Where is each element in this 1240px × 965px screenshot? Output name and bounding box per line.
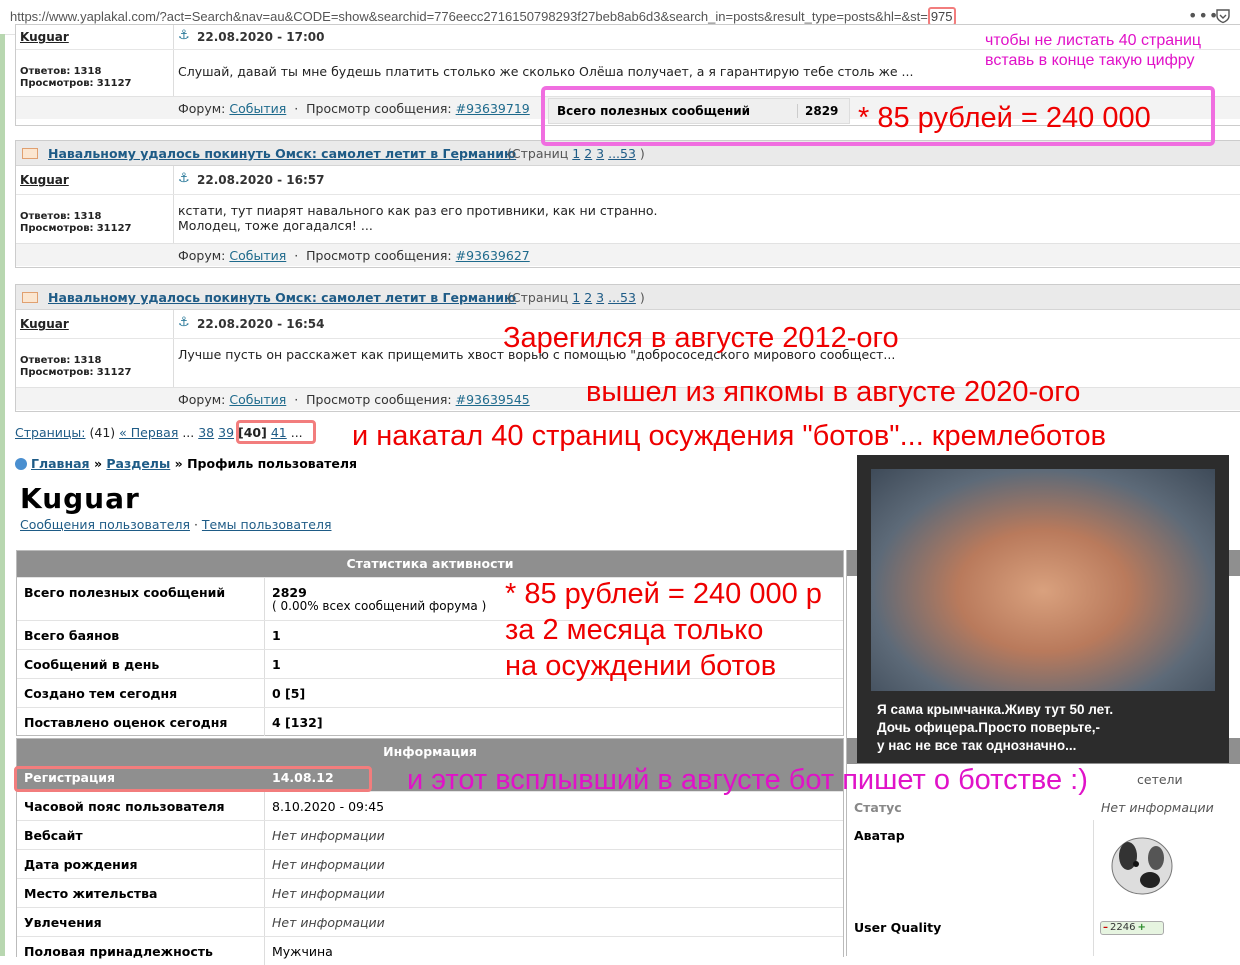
post-text: кстати, тут пиарят навального как раз ег…	[178, 203, 658, 233]
annotation-rolled: и накатал 40 страниц осуждения "ботов"..…	[352, 420, 1106, 452]
envelope-icon	[22, 292, 38, 303]
breadcrumb-current: Профиль пользователя	[187, 456, 358, 471]
forum-link[interactable]: События	[229, 392, 286, 407]
annotation-months: за 2 месяца только	[505, 614, 764, 646]
anchor-icon: ⚓	[178, 28, 190, 43]
post-date: 22.08.2020 - 16:57	[197, 173, 325, 187]
topic-link[interactable]: Навальному удалось покинуть Омск: самоле…	[48, 146, 516, 161]
post-header-row: Kuguar ⚓ 22.08.2020 - 16:57	[16, 166, 1240, 195]
home-arrow-icon	[15, 458, 27, 470]
profile-name: Kuguar	[20, 482, 140, 515]
table-row: Дата рождения Нет информации	[17, 849, 843, 878]
topic-pages: (Страниц 1 2 3 ...53 )	[507, 290, 645, 305]
post-topic-bar: Навальному удалось покинуть Омск: самоле…	[16, 285, 1240, 310]
meme-photo: Я сама крымчанка.Живу тут 50 лет. Дочь о…	[857, 455, 1229, 763]
post-author-stats: Ответов: 1318 Просмотров: 31127	[20, 66, 132, 89]
post-date: 22.08.2020 - 16:54	[197, 317, 325, 331]
annotation-formula: * 85 рублей = 240 000	[858, 102, 1151, 134]
url-text[interactable]: https://www.yaplakal.com/?act=Search&nav…	[10, 7, 956, 26]
post-author-stats: Ответов: 1318 Просмотров: 31127	[20, 355, 132, 378]
pages-label[interactable]: Страницы:	[15, 425, 86, 440]
annotation-registered: Зарегился в августе 2012-ого	[503, 322, 899, 354]
forum-link[interactable]: События	[229, 101, 286, 116]
page-38[interactable]: 38	[198, 425, 214, 440]
anchor-icon: ⚓	[178, 315, 190, 330]
annotation-popped: и этот всплывший в августе бот пишет о б…	[407, 764, 1088, 796]
user-messages-link[interactable]: Сообщения пользователя	[20, 517, 190, 532]
photo-image	[871, 469, 1215, 691]
message-link[interactable]: #93639719	[456, 101, 530, 116]
info-header: Информация	[17, 739, 843, 765]
annotation-hint1: чтобы не листать 40 страниц	[985, 32, 1202, 49]
table-row: Половая принадлежность Мужчина	[17, 936, 843, 965]
avatar	[1111, 837, 1173, 895]
url-main: https://www.yaplakal.com/?act=Search&nav…	[10, 9, 928, 24]
topic-pages: (Страниц 1 2 3 ...53 )	[507, 146, 645, 161]
table-row: Поставлено оценок сегодня 4 [132]	[17, 707, 843, 736]
page-first[interactable]: « Первая	[119, 425, 178, 440]
message-link[interactable]: #93639627	[456, 248, 530, 263]
user-quality-bar: –2246 +	[1100, 921, 1164, 935]
profile-links: Сообщения пользователя · Темы пользовате…	[20, 517, 332, 532]
envelope-icon	[22, 148, 38, 159]
annotation-formula2: * 85 рублей = 240 000 р	[505, 578, 822, 610]
post-author[interactable]: Kuguar	[20, 173, 69, 187]
table-row: Место жительства Нет информации	[17, 878, 843, 907]
post-body: Ответов: 1318 Просмотров: 31127 кстати, …	[16, 195, 1240, 243]
pagination-highlight	[236, 420, 316, 444]
uq-minus-icon[interactable]: –	[1101, 922, 1110, 933]
post-text: Слушай, давай ты мне будешь платить стол…	[178, 64, 914, 79]
uq-plus-icon[interactable]: +	[1135, 922, 1145, 933]
post-date: 22.08.2020 - 17:00	[197, 30, 325, 44]
page-39[interactable]: 39	[218, 425, 234, 440]
activity-header: Статистика активности	[17, 551, 843, 577]
breadcrumb-home[interactable]: Главная	[31, 456, 90, 471]
post-footer: Форум: События · Просмотр сообщения: #93…	[16, 243, 1240, 266]
photo-caption: Я сама крымчанка.Живу тут 50 лет. Дочь о…	[877, 702, 1114, 753]
annotation-on-bots: на осуждении ботов	[505, 650, 777, 682]
post-author[interactable]: Kuguar	[20, 317, 69, 331]
annotation-hint2: вставь в конце такую цифру	[985, 52, 1195, 69]
message-link[interactable]: #93639545	[456, 392, 530, 407]
breadcrumb-sections[interactable]: Разделы	[106, 456, 170, 471]
registration-highlight	[14, 766, 372, 792]
user-topics-link[interactable]: Темы пользователя	[202, 517, 332, 532]
search-result-post: Навальному удалось покинуть Омск: самоле…	[15, 140, 1240, 268]
post-author[interactable]: Kuguar	[20, 30, 69, 44]
table-row: Вебсайт Нет информации	[17, 820, 843, 849]
annotation-left: вышел из япкомы в августе 2020-ого	[586, 376, 1081, 408]
shield-icon[interactable]	[1215, 8, 1231, 24]
anchor-icon: ⚓	[178, 171, 190, 186]
left-stripe	[0, 34, 5, 956]
table-row: Увлечения Нет информации	[17, 907, 843, 936]
post-author-stats: Ответов: 1318 Просмотров: 31127	[20, 211, 132, 234]
topic-link[interactable]: Навальному удалось покинуть Омск: самоле…	[48, 290, 516, 305]
forum-link[interactable]: События	[229, 248, 286, 263]
breadcrumb: Главная » Разделы » Профиль пользователя	[15, 456, 357, 471]
